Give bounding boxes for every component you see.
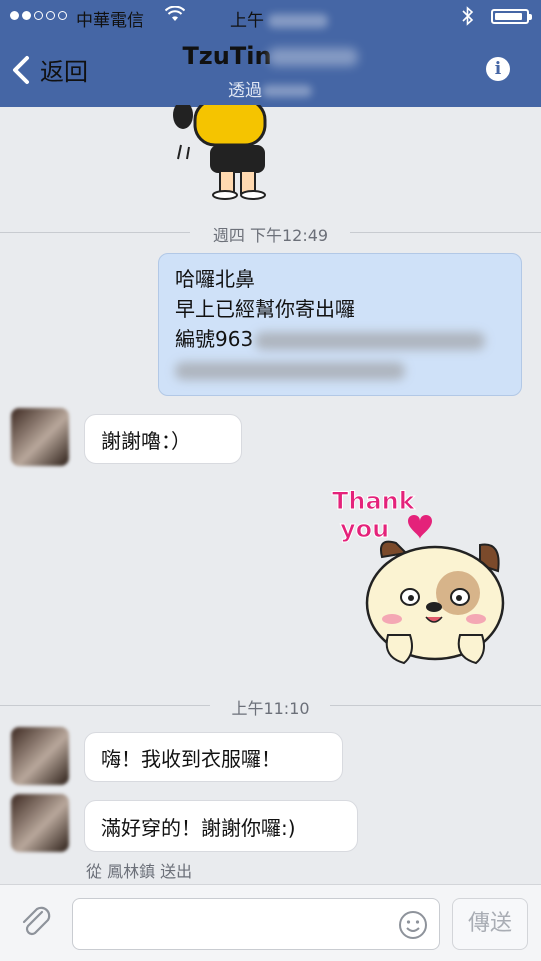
signal-dot: [34, 11, 43, 20]
outgoing-message[interactable]: 哈囉北鼻 早上已經幫你寄出囉 編號963: [158, 253, 522, 396]
battery-icon: [491, 9, 532, 24]
timestamp-separator: 上午11:10: [0, 695, 541, 718]
message-text: 嗨！我收到衣服囉！: [101, 746, 281, 771]
signal-strength: [10, 11, 67, 20]
avatar[interactable]: [11, 408, 69, 466]
info-icon[interactable]: i: [486, 57, 510, 81]
signal-dot: [22, 11, 31, 20]
message-line: 哈囉北鼻: [175, 267, 255, 291]
message-input[interactable]: [72, 898, 440, 950]
svg-text:you: you: [340, 515, 389, 543]
smiley-icon[interactable]: [398, 910, 428, 940]
status-time: 上午: [230, 6, 328, 31]
back-label: 返回: [40, 58, 88, 86]
paperclip-icon[interactable]: [18, 904, 54, 940]
message-text: 滿好穿的！謝謝你囉:): [101, 815, 296, 840]
avatar[interactable]: [11, 727, 69, 785]
conversation-subtitle: 透過: [150, 76, 390, 101]
message-line-redacted: [175, 354, 505, 384]
back-chevron-icon: [13, 55, 29, 84]
sticker-character-bowing: [165, 98, 275, 200]
carrier-name: 中華電信: [76, 11, 144, 31]
signal-dot: [10, 11, 19, 20]
message-line: 早上已經幫你寄出囉: [175, 297, 355, 321]
conversation-title: TzuTin: [150, 42, 390, 70]
timestamp-separator: 週四 下午12:49: [0, 222, 541, 245]
avatar[interactable]: [11, 794, 69, 852]
signal-dot: [58, 11, 67, 20]
incoming-message[interactable]: 嗨！我收到衣服囉！: [84, 732, 343, 782]
bluetooth-icon: [462, 6, 474, 31]
svg-text:Thank: Thank: [332, 487, 416, 515]
incoming-message[interactable]: 謝謝嚕：）: [84, 414, 242, 464]
sticker-thank-you[interactable]: Thank you: [330, 485, 520, 675]
status-bar: 中華電信 上午: [0, 0, 541, 36]
message-text: 謝謝嚕：）: [101, 428, 191, 453]
message-line: 編號963: [175, 324, 505, 354]
back-button[interactable]: 返回: [10, 52, 88, 87]
send-button[interactable]: 傳送: [452, 898, 528, 950]
signal-dot: [46, 11, 55, 20]
message-location: 從 鳳林鎮 送出: [86, 862, 193, 881]
wifi-icon: [164, 5, 186, 26]
incoming-message[interactable]: 滿好穿的！謝謝你囉:): [84, 800, 358, 852]
